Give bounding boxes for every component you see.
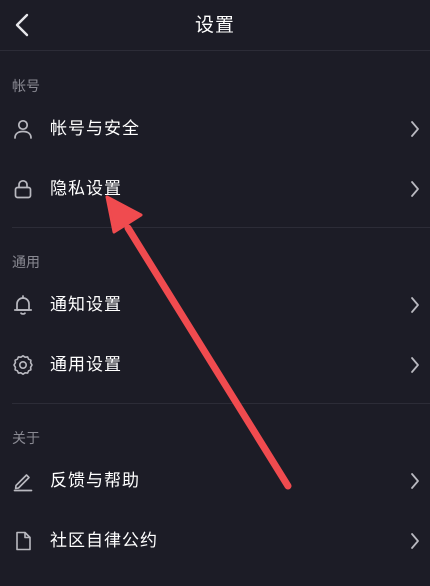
section-label-general: 通用	[12, 255, 40, 271]
page-title: 设置	[194, 14, 235, 36]
row-privacy-settings[interactable]: 隐私设置	[0, 161, 430, 217]
row-label: 隐私设置	[50, 179, 122, 199]
row-label: 反馈与帮助	[50, 471, 140, 491]
settings-screen: 设置 帐号 帐号与安全 隐私设置 通用 通知设置 通用设置 关于 反馈与帮助 社…	[0, 0, 430, 586]
chevron-right-icon	[411, 121, 419, 137]
row-label: 通用设置	[50, 355, 122, 375]
chevron-right-icon	[411, 181, 419, 197]
section-divider	[12, 227, 430, 228]
chevron-right-icon	[411, 473, 419, 489]
edit-icon	[13, 474, 33, 492]
document-icon	[16, 531, 31, 551]
row-label: 帐号与安全	[50, 119, 140, 139]
row-label: 社区自律公约	[50, 531, 158, 551]
header-bar: 设置	[0, 0, 430, 51]
row-community-guidelines[interactable]: 社区自律公约	[0, 513, 430, 569]
user-icon	[14, 119, 32, 139]
lock-icon	[14, 179, 32, 199]
row-general-settings[interactable]: 通用设置	[0, 337, 430, 393]
bell-icon	[13, 295, 33, 315]
section-label-account: 帐号	[12, 79, 40, 95]
section-divider	[12, 403, 430, 404]
chevron-right-icon	[411, 533, 419, 549]
chevron-right-icon	[411, 297, 419, 313]
row-label: 通知设置	[50, 295, 122, 315]
row-feedback-help[interactable]: 反馈与帮助	[0, 453, 430, 509]
chevron-right-icon	[411, 357, 419, 373]
section-label-about: 关于	[12, 431, 40, 447]
gear-icon	[13, 355, 33, 375]
row-notification-settings[interactable]: 通知设置	[0, 277, 430, 333]
row-account-security[interactable]: 帐号与安全	[0, 101, 430, 157]
